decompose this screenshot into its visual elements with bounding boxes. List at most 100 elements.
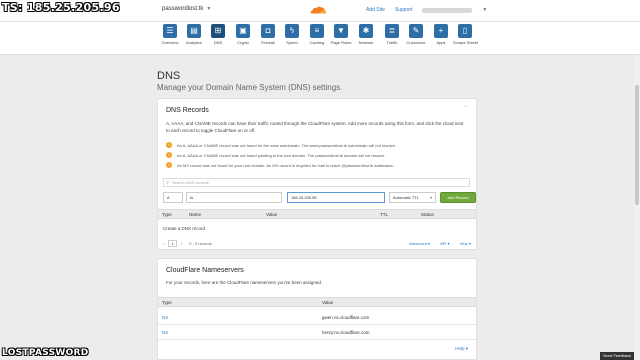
app-nav: ☰ Overview ▤ Analytics ⊞ DNS ▣ Crypto ◘ … <box>0 22 640 55</box>
col-type: Type <box>162 300 172 305</box>
prev-page-button[interactable]: ‹ <box>163 241 164 246</box>
nav-label: Analytics <box>185 40 202 45</box>
table-row: NS henry.ns.cloudflare.com <box>158 326 476 340</box>
advanced-link[interactable]: Advanced ▾ <box>409 241 430 246</box>
document-icon: ▯ <box>458 24 472 38</box>
nav-label: DNS <box>213 40 223 45</box>
nav-overview[interactable]: ☰ Overview <box>158 24 182 45</box>
warning-mx: ! An MX record was not found for your ro… <box>166 162 394 168</box>
nav-network[interactable]: ✱ Network <box>354 24 378 45</box>
nav-label: Traffic <box>386 40 398 45</box>
card-description: For your records, here are the CloudFlar… <box>166 280 323 285</box>
network-icon: ⊞ <box>211 24 225 38</box>
warning-text: An MX record was not found for your root… <box>177 162 394 168</box>
chart-icon: ▤ <box>187 24 201 38</box>
nav-label: Caching <box>309 40 325 45</box>
nav-crypto[interactable]: ▣ Crypto <box>231 24 255 45</box>
filter-icon: ▼ <box>334 24 348 38</box>
domain-name: passwordlost.tk <box>162 6 204 12</box>
search-placeholder: Search DNS records <box>172 180 209 185</box>
next-page-button[interactable]: › <box>181 241 182 246</box>
ns-value: henry.ns.cloudflare.com <box>322 330 370 335</box>
warning-text: An A, AAAA or CNAME record was not found… <box>177 152 386 158</box>
wrench-icon: ✎ <box>409 24 423 38</box>
server-icon: ≡ <box>310 24 324 38</box>
record-value-input[interactable]: 185.25.205.96 <box>287 192 385 203</box>
nav-customize[interactable]: ✎ Customize <box>404 24 428 45</box>
page-scrollbar[interactable] <box>634 55 640 360</box>
card-title: DNS Records <box>166 107 209 114</box>
nav-label: Customize <box>406 40 426 45</box>
page-number[interactable]: 1 <box>168 240 177 247</box>
warning-text: An A, AAAA or CNAME record was not found… <box>177 142 396 148</box>
ns-table-header: Type Value <box>158 297 476 307</box>
col-status: Status <box>421 212 434 217</box>
nav-speed[interactable]: ϟ Speed <box>280 24 304 45</box>
warning-root: ! An A, AAAA or CNAME record was not fou… <box>166 152 385 158</box>
warning-icon: ! <box>166 162 172 168</box>
lock-icon: ▣ <box>236 24 250 38</box>
account-menu[interactable] <box>422 7 473 13</box>
send-feedback-button[interactable]: Send Feedback <box>600 352 634 360</box>
ns-type: NS <box>162 330 169 335</box>
scrollbar-thumb[interactable] <box>635 85 639 205</box>
help-link[interactable]: Help ▾ <box>460 241 471 246</box>
record-count: 0 - 0 records <box>189 241 212 246</box>
page-title: DNS <box>157 70 181 82</box>
records-table-header: Type Name Value TTL Status <box>158 209 476 219</box>
nav-label: Apps <box>436 40 446 45</box>
shield-icon: ◘ <box>261 24 275 38</box>
col-name: Name <box>189 212 202 217</box>
ns-type: NS <box>162 315 169 320</box>
col-value: Value <box>266 212 278 217</box>
nav-scrape-shield[interactable]: ▯ Scrape Shield <box>453 24 478 45</box>
warning-www: ! An A, AAAA or CNAME record was not fou… <box>166 142 396 148</box>
col-value: Value <box>322 300 334 305</box>
nav-label: Speed <box>286 40 298 45</box>
cloudflare-logo[interactable] <box>309 5 327 15</box>
add-site-link[interactable]: Add Site <box>366 7 385 13</box>
nav-dns[interactable]: ⊞ DNS <box>206 24 230 45</box>
record-name-input[interactable]: ts <box>186 192 282 203</box>
top-links: Add Site Support ▼ <box>366 7 487 13</box>
nav-caching[interactable]: ≡ Caching <box>305 24 329 45</box>
nav-label: Scrape Shield <box>453 40 478 45</box>
domain-selector[interactable]: passwordlost.tk ▼ <box>162 6 211 12</box>
ns-value: gwen.ns.cloudflare.com <box>322 315 370 320</box>
warning-icon: ! <box>166 142 172 148</box>
api-link[interactable]: API ▾ <box>440 241 450 246</box>
warning-icon: ! <box>166 152 172 158</box>
nav-traffic[interactable]: ≣ Traffic <box>380 24 404 45</box>
nav-page-rules[interactable]: ▼ Page Rules <box>329 24 353 45</box>
nodes-icon: ✱ <box>359 24 373 38</box>
card-title: CloudFlare Nameservers <box>166 267 244 274</box>
list-icon: ☰ <box>163 24 177 38</box>
nav-label: Overview <box>161 40 179 45</box>
nameservers-card: CloudFlare Nameservers For your records,… <box>157 258 477 360</box>
dns-records-card: DNS Records ⌃ A, AAAA, and CNAME records… <box>157 98 477 250</box>
col-type: Type <box>162 212 172 217</box>
search-input[interactable]: ⚲ Search DNS records <box>163 178 470 187</box>
chevron-down-icon: ▼ <box>206 6 212 12</box>
table-row: NS gwen.ns.cloudflare.com <box>158 311 476 325</box>
page-subtitle: Manage your Domain Name System (DNS) set… <box>157 83 343 92</box>
nav-label: Crypto <box>237 40 249 45</box>
create-record-text: Create a DNS record <box>163 226 206 231</box>
nav-firewall[interactable]: ◘ Firewall <box>256 24 280 45</box>
ip-overlay-text: TS: 185.25.205.96 <box>2 1 120 14</box>
ttl-select[interactable]: Automatic TTL ▾ <box>389 192 436 203</box>
nav-apps[interactable]: + Apps <box>429 24 453 45</box>
help-link[interactable]: Help ▾ <box>455 346 468 352</box>
add-record-form: A ts 185.25.205.96 Automatic TTL ▾ Add R… <box>163 192 476 203</box>
ttl-value: Automatic TTL <box>393 195 419 200</box>
add-record-button[interactable]: Add Record <box>440 192 476 203</box>
traffic-icon: ≣ <box>385 24 399 38</box>
plus-icon: + <box>434 24 448 38</box>
bolt-icon: ϟ <box>285 24 299 38</box>
nav-analytics[interactable]: ▤ Analytics <box>182 24 206 45</box>
collapse-icon[interactable]: ⌃ <box>464 105 468 111</box>
chevron-down-icon: ▾ <box>429 195 432 200</box>
support-link[interactable]: Support <box>395 7 413 13</box>
card-description: A, AAAA, and CNAME records can have thei… <box>166 121 464 133</box>
record-type-select[interactable]: A <box>163 192 183 203</box>
